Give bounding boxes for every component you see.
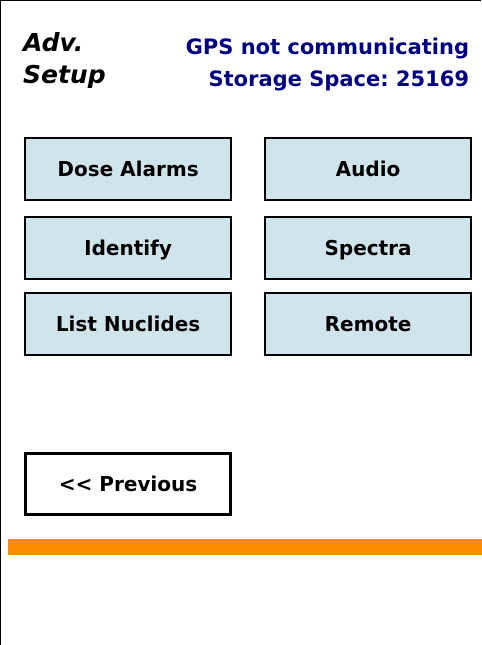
gps-status-text: GPS not communicating [185,35,469,59]
audio-button[interactable]: Audio [264,137,472,201]
spectra-button[interactable]: Spectra [264,216,472,280]
page-title: Adv. Setup [23,27,106,91]
adv-setup-screen: Adv. Setup GPS not communicating Storage… [0,0,482,645]
storage-space-text: Storage Space: 25169 [208,67,470,91]
status-area: GPS not communicating Storage Space: 251… [186,31,469,95]
list-nuclides-button[interactable]: List Nuclides [24,292,232,356]
remote-button[interactable]: Remote [264,292,472,356]
identify-button[interactable]: Identify [24,216,232,280]
title-line-2: Setup [23,60,106,89]
title-line-1: Adv. [23,28,84,57]
previous-button[interactable]: << Previous [24,452,232,516]
accent-bar [8,539,482,555]
dose-alarms-button[interactable]: Dose Alarms [24,137,232,201]
